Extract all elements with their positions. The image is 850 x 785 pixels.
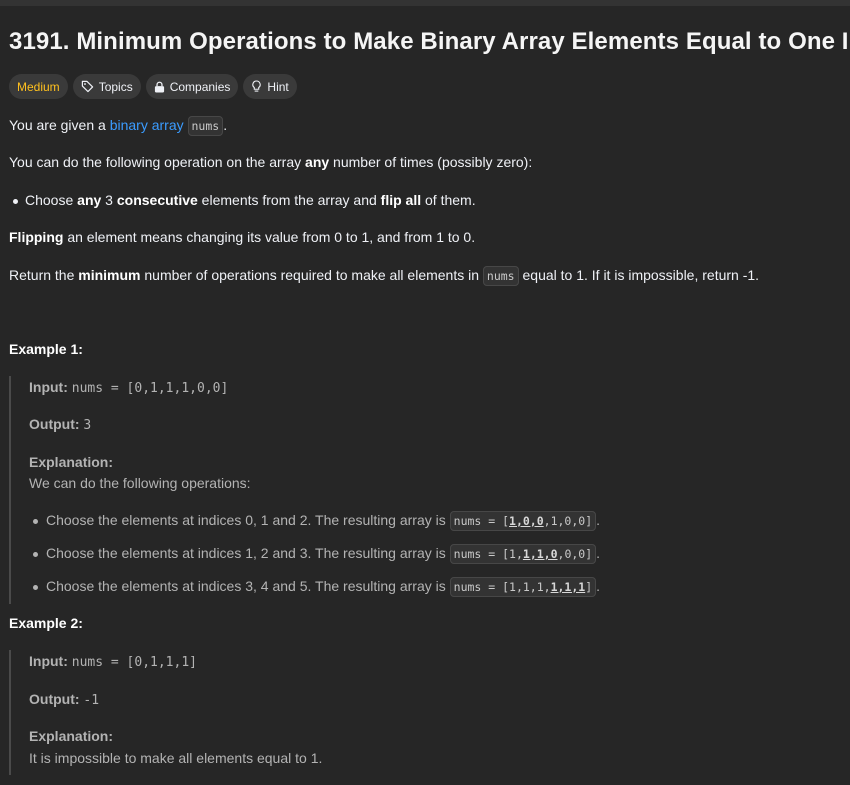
- example-1-heading: Example 1:: [9, 341, 83, 357]
- example-1-explanation: We can do the following operations:: [29, 475, 251, 491]
- example-2-block: Input: nums = [0,1,1,1] Output: -1 Expla…: [9, 650, 811, 775]
- example-1-explanation-label: Explanation:: [29, 454, 114, 470]
- top-bar: [0, 0, 850, 6]
- example-2-explanation-label: Explanation:: [29, 728, 114, 744]
- binary-array-link[interactable]: binary array: [110, 117, 184, 133]
- example-1-input: Input: nums = [0,1,1,1,0,0]: [29, 379, 229, 396]
- nums-code: nums: [482, 266, 519, 286]
- paragraph-operation: You can do the following operation on th…: [9, 154, 533, 170]
- hint-tag[interactable]: Hint: [243, 74, 297, 99]
- companies-label: Companies: [169, 79, 231, 94]
- result-array-code: nums = [1,1,1,1,1,1]: [449, 577, 597, 597]
- example-2-output: Output: -1: [29, 691, 100, 708]
- problem-title: 3191. Minimum Operations to Make Binary …: [9, 28, 849, 55]
- result-array-code: nums = [1,0,0,1,0,0]: [449, 511, 597, 531]
- nums-code: nums: [187, 116, 224, 136]
- topics-label: Topics: [98, 79, 133, 94]
- operation-bullet: Choose any 3 consecutive elements from t…: [13, 192, 476, 208]
- hint-label: Hint: [267, 79, 289, 94]
- example-1-step: Choose the elements at indices 1, 2 and …: [33, 544, 600, 564]
- lightbulb-icon: [252, 80, 262, 92]
- example-2-heading: Example 2:: [9, 615, 83, 631]
- paragraph-given: You are given a binary array nums.: [9, 116, 227, 136]
- difficulty-badge: Medium: [9, 74, 68, 99]
- tag-icon: [81, 80, 93, 93]
- companies-tag[interactable]: Companies: [145, 74, 239, 99]
- example-1-step: Choose the elements at indices 3, 4 and …: [33, 577, 600, 597]
- paragraph-return: Return the minimum number of operations …: [9, 266, 759, 286]
- tag-row: Medium Topics Companies Hint: [9, 74, 297, 99]
- result-array-code: nums = [1,1,1,0,0,0]: [449, 544, 597, 564]
- example-2-explanation: It is impossible to make all elements eq…: [29, 750, 323, 766]
- paragraph-flipping: Flipping an element means changing its v…: [9, 229, 476, 245]
- example-1-output: Output: 3: [29, 416, 92, 433]
- example-2-input: Input: nums = [0,1,1,1]: [29, 653, 197, 670]
- lock-icon: [154, 81, 164, 92]
- example-1-step: Choose the elements at indices 0, 1 and …: [33, 511, 600, 531]
- example-1-block: Input: nums = [0,1,1,1,0,0] Output: 3 Ex…: [9, 376, 811, 604]
- topics-tag[interactable]: Topics: [72, 74, 141, 99]
